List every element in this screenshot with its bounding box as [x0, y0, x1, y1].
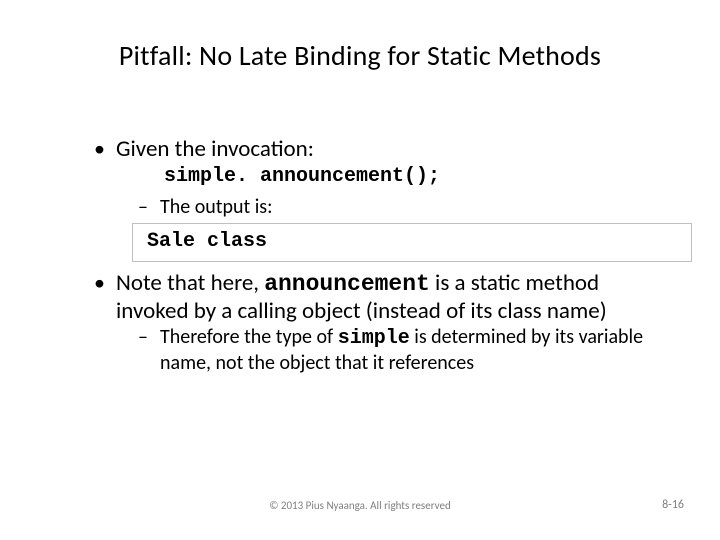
bullet-1-text: Given the invocation:: [116, 135, 314, 163]
output-box: Sale class: [132, 223, 692, 261]
invocation-code: simple. announcement();: [164, 165, 660, 189]
simple-code-inline: simple: [338, 327, 410, 350]
bullet-2-sub-1: Therefore the type of simple is determin…: [138, 325, 660, 376]
bullet-2-sublist: Therefore the type of simple is determin…: [116, 325, 660, 376]
bullet-list: Given the invocation: simple. announceme…: [90, 136, 660, 376]
bullet-2-sub-1-pre: Therefore the type of: [160, 325, 338, 349]
bullet-2-pre: Note that here,: [116, 269, 264, 297]
footer-page-number: 8-16: [662, 498, 684, 512]
bullet-1-sublist: The output is: Sale class: [116, 195, 660, 262]
slide-body: Given the invocation: simple. announceme…: [90, 136, 660, 382]
bullet-1: Given the invocation: simple. announceme…: [90, 136, 660, 262]
announcement-code-inline: announcement: [264, 271, 430, 297]
bullet-2: Note that here, announcement is a static…: [90, 270, 660, 376]
slide-title: Pitfall: No Late Binding for Static Meth…: [0, 38, 720, 73]
slide: Pitfall: No Late Binding for Static Meth…: [0, 0, 720, 540]
bullet-1-sub-1-text: The output is:: [160, 195, 272, 219]
footer-copyright: © 2013 Pius Nyaanga. All rights reserved: [0, 499, 720, 512]
bullet-1-sub-1: The output is: Sale class: [138, 195, 660, 262]
